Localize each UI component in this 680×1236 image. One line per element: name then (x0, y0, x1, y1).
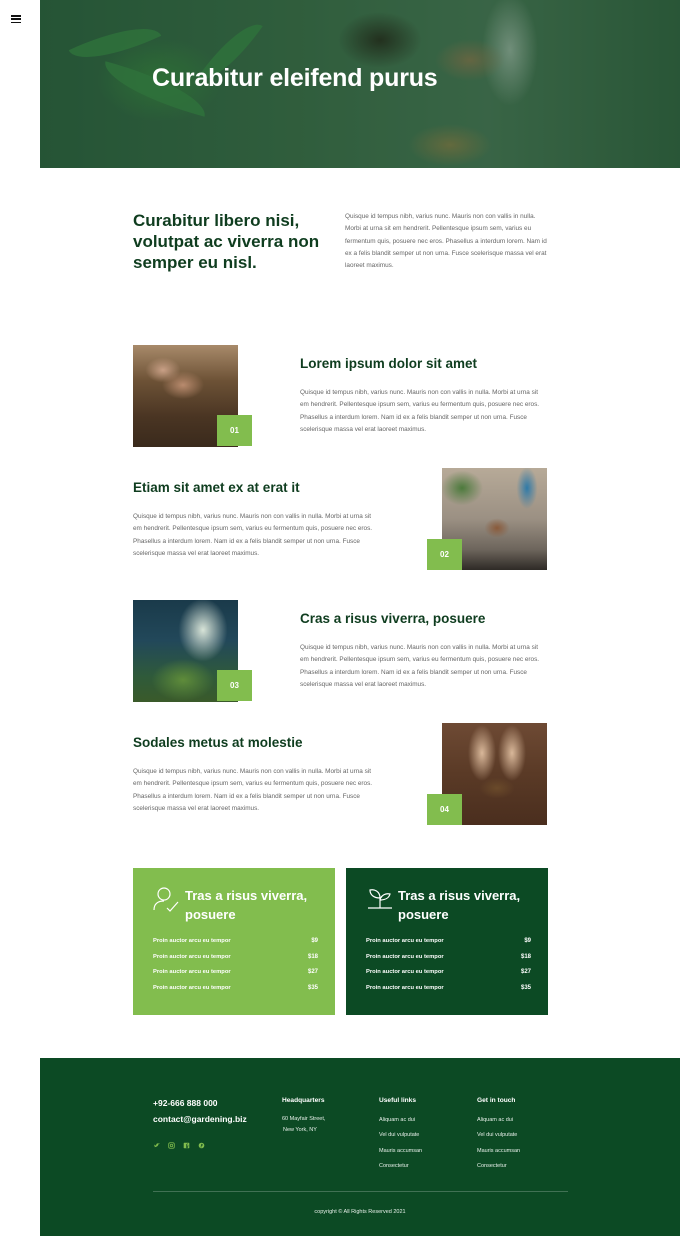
footer-link[interactable]: Consectetur (379, 1163, 409, 1169)
price-label: Proin auctor arcu eu tempor (366, 938, 444, 944)
number-badge: 03 (217, 670, 252, 701)
price-row: Proin auctor arcu eu tempor $35 (153, 985, 318, 991)
number-badge: 02 (427, 539, 462, 570)
footer-link[interactable]: Vel dui vulputate (379, 1132, 419, 1138)
price-label: Proin auctor arcu eu tempor (366, 954, 444, 960)
item-title: Sodales metus at molestie (133, 735, 303, 750)
price-row: Proin auctor arcu eu tempor $9 (153, 938, 318, 944)
sidebar (0, 0, 40, 1236)
footer-link[interactable]: Vel dui vulputate (477, 1132, 517, 1138)
price-row: Proin auctor arcu eu tempor $27 (366, 969, 531, 975)
price-value: $9 (524, 938, 531, 944)
price-value: $9 (311, 938, 318, 944)
useful-links-title: Useful links (379, 1097, 417, 1104)
instagram-icon[interactable] (168, 1142, 175, 1149)
price-row: Proin auctor arcu eu tempor $27 (153, 969, 318, 975)
pricing-title: Tras a risus viverra, posuere (398, 888, 521, 922)
pricing-box-dark: Tras a risus viverra, posuere Proin auct… (346, 868, 548, 1015)
price-value: $18 (520, 954, 531, 960)
price-value: $35 (520, 985, 531, 991)
footer-link[interactable]: Mauris accumsan (477, 1148, 520, 1154)
price-row: Proin auctor arcu eu tempor $35 (366, 985, 531, 991)
hamburger-menu-icon[interactable] (11, 15, 21, 24)
get-in-touch-title: Get in touch (477, 1097, 516, 1104)
price-value: $35 (307, 985, 318, 991)
item-title: Cras a risus viverra, posuere (300, 611, 486, 626)
address-line-2: New York, NY (283, 1127, 317, 1133)
sprout-icon (368, 889, 392, 909)
pricing-box-light: Tras a risus viverra, posuere Proin auct… (133, 868, 335, 1015)
intro-heading: Curabitur libero nisi, volutpat ac viver… (133, 211, 320, 272)
headquarters-title: Headquarters (282, 1097, 325, 1104)
facebook-icon[interactable] (183, 1142, 190, 1149)
footer-link[interactable]: Consectetur (477, 1163, 507, 1169)
price-value: $27 (307, 969, 318, 975)
price-label: Proin auctor arcu eu tempor (153, 954, 231, 960)
intro-text: Quisque id tempus nibh, varius nunc. Mau… (345, 213, 547, 270)
footer-email[interactable]: contact@gardening.biz (153, 1114, 247, 1124)
pinterest-icon[interactable] (198, 1142, 205, 1149)
price-label: Proin auctor arcu eu tempor (153, 938, 231, 944)
price-row: Proin auctor arcu eu tempor $18 (153, 954, 318, 960)
pricing-title: Tras a risus viverra, posuere (185, 888, 308, 922)
price-row: Proin auctor arcu eu tempor $9 (366, 938, 531, 944)
price-label: Proin auctor arcu eu tempor (153, 985, 231, 991)
footer: +92-666 888 000 contact@gardening.biz He… (40, 1058, 680, 1236)
price-label: Proin auctor arcu eu tempor (366, 969, 444, 975)
footer-divider (153, 1191, 568, 1192)
footer-phone[interactable]: +92-666 888 000 (153, 1098, 218, 1108)
footer-link[interactable]: Aliquam ac dui (379, 1117, 415, 1123)
twitter-icon[interactable] (153, 1142, 160, 1149)
person-check-icon (153, 887, 179, 912)
footer-link[interactable]: Aliquam ac dui (477, 1117, 513, 1123)
price-value: $18 (307, 954, 318, 960)
item-text: Quisque id tempus nibh, varius nunc. Mau… (133, 513, 373, 557)
item-text: Quisque id tempus nibh, varius nunc. Mau… (133, 768, 373, 812)
price-label: Proin auctor arcu eu tempor (366, 985, 444, 991)
hero-banner: Curabitur eleifend purus (40, 0, 680, 168)
price-row: Proin auctor arcu eu tempor $18 (366, 954, 531, 960)
number-badge: 01 (217, 415, 252, 446)
item-title: Etiam sit amet ex at erat it (133, 480, 300, 495)
price-label: Proin auctor arcu eu tempor (153, 969, 231, 975)
footer-link[interactable]: Mauris accumsan (379, 1148, 422, 1154)
price-value: $27 (520, 969, 531, 975)
copyright-text: copyright © All Rights Reserved 2021 (314, 1209, 406, 1215)
address-line-1: 60 Mayfair Street, (282, 1116, 326, 1122)
number-badge: 04 (427, 794, 462, 825)
item-title: Lorem ipsum dolor sit amet (300, 356, 478, 371)
hero-title: Curabitur eleifend purus (152, 64, 438, 92)
item-text: Quisque id tempus nibh, varius nunc. Mau… (300, 389, 540, 433)
item-text: Quisque id tempus nibh, varius nunc. Mau… (300, 644, 540, 688)
